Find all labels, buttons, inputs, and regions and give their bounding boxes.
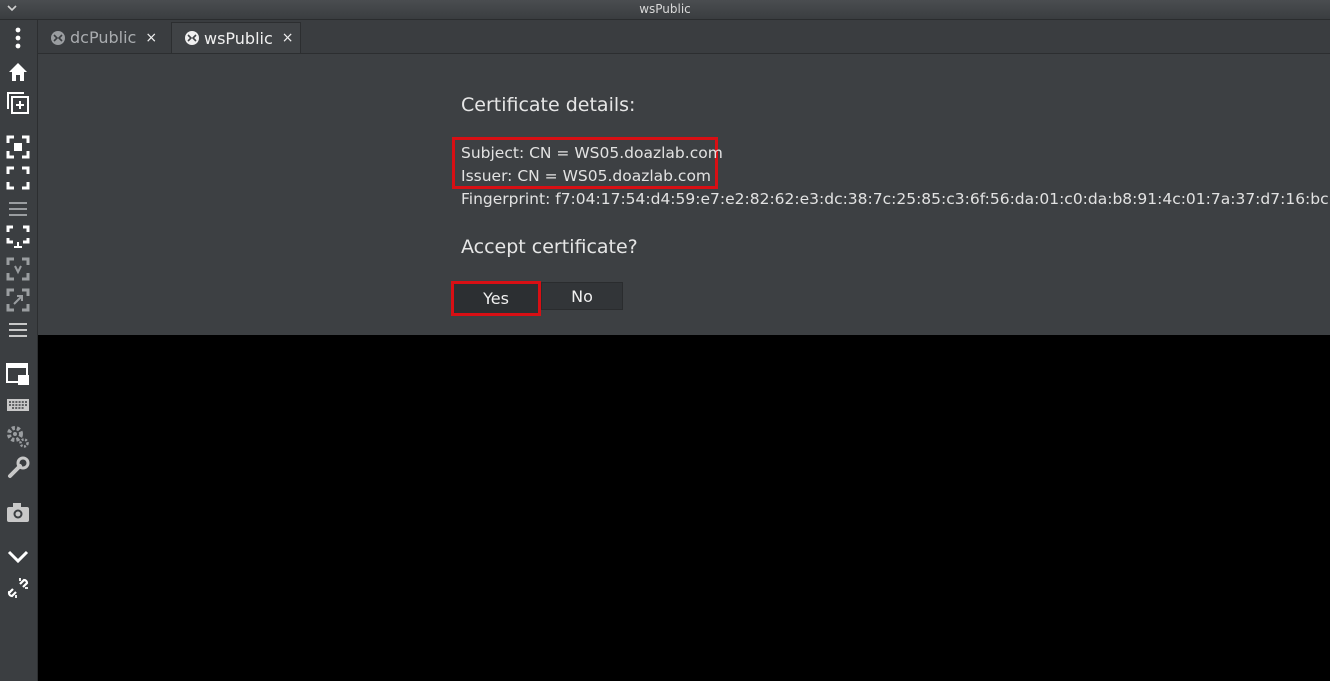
more-vert-icon[interactable] — [6, 26, 30, 50]
scale-icon[interactable] — [6, 257, 30, 281]
tab-bar: dcPublic × wsPublic × — [38, 20, 1330, 54]
fit-window-icon[interactable] — [6, 135, 30, 159]
disconnect-icon[interactable] — [6, 576, 30, 600]
multi-monitor-icon[interactable] — [6, 362, 30, 386]
tab-label: dcPublic — [70, 28, 137, 47]
keyboard-icon[interactable] — [6, 393, 30, 417]
window-title: wsPublic — [639, 2, 691, 16]
screenshot-icon[interactable] — [6, 500, 30, 524]
fingerprint-line: Fingerprint: f7:04:17:54:d4:59:e7:e2:82:… — [461, 190, 1329, 208]
tab-wspublic[interactable]: wsPublic × — [171, 22, 301, 53]
new-window-icon[interactable] — [6, 91, 30, 115]
remote-display-area[interactable] — [38, 335, 1330, 681]
yes-button[interactable]: Yes — [451, 281, 541, 316]
accept-question: Accept certificate? — [461, 236, 638, 258]
close-icon[interactable]: × — [282, 30, 294, 46]
certificate-prompt-panel: Certificate details: Subject: CN = WS05.… — [38, 54, 1330, 335]
fullscreen-icon[interactable] — [6, 166, 30, 190]
toolbar-sidebar — [0, 20, 38, 681]
tools-icon[interactable] — [6, 456, 30, 480]
close-icon[interactable]: × — [145, 30, 157, 46]
menu-icon[interactable] — [6, 318, 30, 342]
issuer-line: Issuer: CN = WS05.doazlab.com — [461, 167, 712, 185]
home-icon[interactable] — [6, 60, 30, 84]
dialog-heading: Certificate details: — [461, 94, 636, 116]
subject-line: Subject: CN = WS05.doazlab.com — [461, 144, 723, 162]
tab-dcpublic[interactable]: dcPublic × — [38, 22, 171, 53]
remote-desktop-icon — [185, 31, 199, 45]
no-button[interactable]: No — [541, 282, 623, 310]
preferences-icon[interactable] — [6, 425, 30, 449]
expand-icon[interactable] — [6, 288, 30, 312]
menu-icon[interactable] — [6, 197, 30, 221]
tab-label: wsPublic — [204, 28, 273, 48]
display-icon[interactable] — [6, 225, 30, 249]
title-bar: wsPublic — [0, 0, 1330, 20]
minimize-icon[interactable] — [6, 544, 30, 568]
remote-desktop-icon — [51, 30, 65, 45]
